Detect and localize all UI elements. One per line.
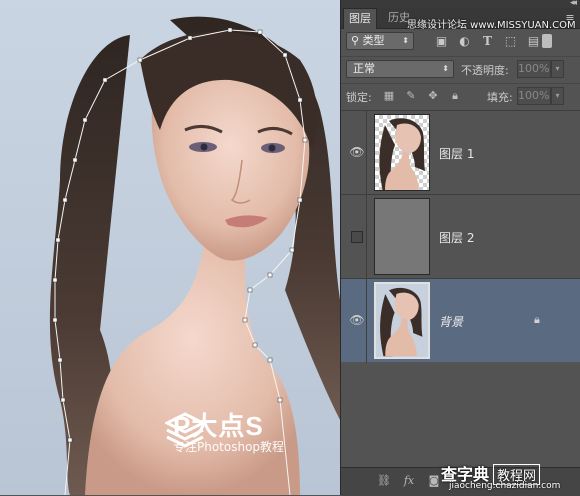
search-icon: ⚲ (351, 34, 363, 47)
portrait-thumbnail (380, 287, 423, 357)
smart-object-icon[interactable]: ▤ (527, 35, 540, 48)
filter-row: ⚲ 类型 ⬍ ▣ ◐ T ⬚ ▤ (341, 29, 580, 55)
chevron-updown-icon: ⬍ (402, 36, 409, 45)
link-icon[interactable]: ⛓ (376, 474, 392, 488)
opacity-label: 不透明度: (461, 64, 509, 77)
layer-name[interactable]: 图层 1 (439, 145, 474, 162)
watermark-subtitle: 专注Photoshop教程 (173, 440, 285, 454)
layer-name[interactable]: 图层 2 (439, 229, 474, 246)
layer-thumbnail (374, 282, 430, 359)
cutout-portrait-thumbnail (379, 118, 425, 190)
column-divider (366, 279, 367, 363)
chevron-updown-icon: ⬍ (442, 64, 449, 73)
lock-icon: 🔒︎ (534, 313, 540, 326)
blend-row: 正常 ⬍ 不透明度: 100% ▾ (341, 56, 580, 82)
visibility-toggle[interactable] (351, 231, 363, 243)
opacity-slider-arrow[interactable]: ▾ (551, 60, 564, 78)
panel-tabs: 图层 历史 思缘设计论坛 www.MISSYUAN.COM ≡ (341, 8, 580, 31)
site-watermark-url: jiaocheng.chazidian.com (449, 481, 561, 491)
layer-row-layer-2[interactable]: 图层 2 (341, 194, 580, 279)
fill-input[interactable]: 100% (517, 87, 551, 105)
lock-image-icon[interactable]: ✎ (404, 89, 418, 103)
text-icon[interactable]: T (481, 35, 494, 48)
column-divider (366, 111, 367, 195)
document-canvas[interactable]: P大点S 专注Photoshop教程 (0, 0, 340, 495)
layer-row-background[interactable]: 👁︎ 背景 🔒︎ (341, 278, 580, 363)
blend-mode-value: 正常 (353, 62, 375, 75)
collapse-icon[interactable]: ◂◂ (570, 0, 577, 8)
opacity-input[interactable]: 100% (517, 60, 551, 78)
mask-icon[interactable]: ◙ (426, 474, 442, 488)
shape-icon[interactable]: ⬚ (504, 35, 517, 48)
layers-panel: ◂◂ 图层 历史 思缘设计论坛 www.MISSYUAN.COM ≡ ⚲ 类型 … (340, 0, 580, 496)
filter-type-label: 类型 (362, 34, 385, 47)
fill-slider-arrow[interactable]: ▾ (551, 87, 564, 105)
fx-icon[interactable]: fx (401, 474, 417, 488)
blend-mode-dropdown[interactable]: 正常 ⬍ (346, 60, 454, 78)
lock-position-icon[interactable]: ✥ (426, 89, 440, 103)
adjustment-icon[interactable]: ◐ (458, 35, 471, 48)
image-icon[interactable]: ▣ (435, 35, 448, 48)
panel-menu-icon[interactable]: ≡ (563, 11, 577, 25)
fill-label: 填充: (487, 91, 513, 104)
lock-row: 锁定: ▦ ✎ ✥ 🔒︎ 填充: 100% ▾ (341, 83, 580, 109)
panel-top-strip: ◂◂ (341, 0, 580, 8)
layer-thumbnail (374, 198, 430, 275)
lock-label: 锁定: (346, 91, 372, 104)
eye-icon[interactable]: 👁︎ (346, 145, 368, 159)
layer-row-layer-1[interactable]: 👁︎ 图层 1 (341, 110, 580, 195)
watermark: P大点S 专注Photoshop教程 (165, 412, 284, 455)
layer-name[interactable]: 背景 (439, 313, 463, 330)
filter-type-dropdown[interactable]: ⚲ 类型 ⬍ (346, 32, 414, 50)
eye-icon[interactable]: 👁︎ (346, 313, 368, 327)
filter-toggle[interactable] (542, 34, 552, 48)
lock-all-icon[interactable]: 🔒︎ (448, 89, 462, 103)
layer-thumbnail (374, 114, 430, 191)
tab-layers[interactable]: 图层 (343, 8, 377, 29)
lock-transparent-icon[interactable]: ▦ (382, 89, 396, 103)
column-divider (366, 195, 367, 279)
